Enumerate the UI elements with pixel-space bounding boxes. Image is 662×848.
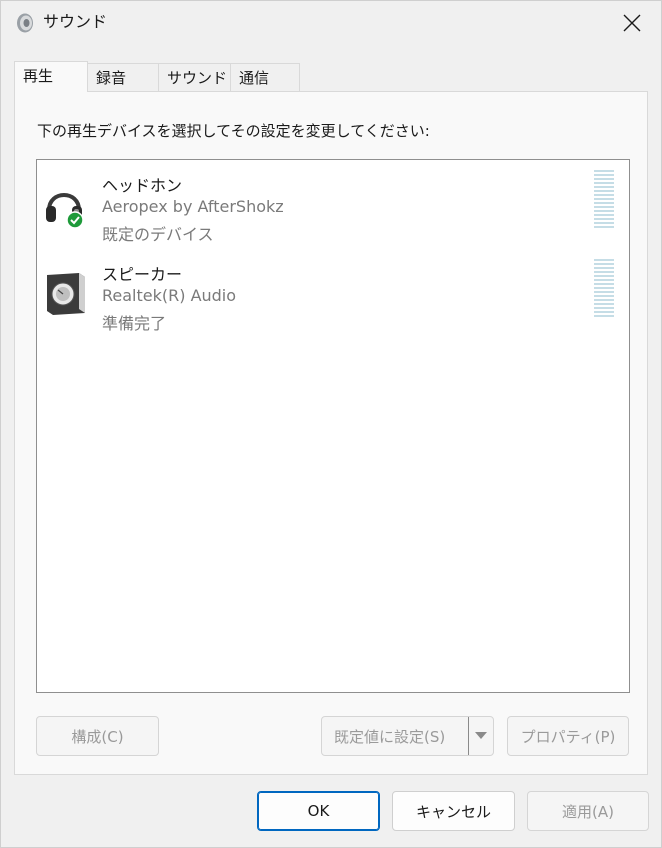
close-icon xyxy=(623,14,641,32)
device-status: 既定のデバイス xyxy=(102,225,214,244)
speaker-app-icon xyxy=(15,12,35,34)
chevron-down-icon xyxy=(475,732,487,739)
playback-panel: 下の再生デバイスを選択してその設定を変更してください: ヘッドホン Aerope… xyxy=(14,91,648,775)
set-default-button[interactable]: 既定値に設定(S) xyxy=(321,716,494,756)
list-item-speakers[interactable]: スピーカー Realtek(R) Audio 準備完了 xyxy=(37,249,629,335)
tab-recording[interactable]: 録音 xyxy=(87,63,159,91)
device-description: Realtek(R) Audio xyxy=(102,286,237,305)
tab-playback[interactable]: 再生 xyxy=(14,61,88,92)
tab-communications[interactable]: 通信 xyxy=(230,63,300,91)
device-name: スピーカー xyxy=(102,265,183,284)
title-bar: サウンド xyxy=(1,1,661,45)
cancel-button[interactable]: キャンセル xyxy=(392,791,515,831)
ok-button[interactable]: OK xyxy=(257,791,380,831)
device-list[interactable]: ヘッドホン Aeropex by AfterShokz 既定のデバイス スピーカ… xyxy=(36,159,630,693)
sound-dialog: サウンド 再生 録音 サウンド 通信 下の再生デバイスを選択してその設定を変更し… xyxy=(0,0,662,848)
instruction-text: 下の再生デバイスを選択してその設定を変更してください: xyxy=(37,122,430,140)
volume-meter xyxy=(594,170,614,230)
device-description: Aeropex by AfterShokz xyxy=(102,197,284,216)
tab-sounds[interactable]: サウンド xyxy=(158,63,231,91)
default-check-icon xyxy=(66,211,84,229)
volume-meter xyxy=(594,259,614,319)
set-default-label: 既定値に設定(S) xyxy=(334,727,446,746)
configure-button[interactable]: 構成(C) xyxy=(36,716,159,756)
speaker-icon xyxy=(43,269,89,319)
list-item-headphones[interactable]: ヘッドホン Aeropex by AfterShokz 既定のデバイス xyxy=(37,160,629,246)
window-title: サウンド xyxy=(43,12,108,31)
close-button[interactable] xyxy=(603,1,661,45)
properties-button[interactable]: プロパティ(P) xyxy=(507,716,629,756)
set-default-dropdown[interactable] xyxy=(468,717,493,755)
device-name: ヘッドホン xyxy=(102,176,183,195)
device-status: 準備完了 xyxy=(102,314,167,333)
apply-button[interactable]: 適用(A) xyxy=(527,791,649,831)
headphones-icon xyxy=(43,180,89,230)
